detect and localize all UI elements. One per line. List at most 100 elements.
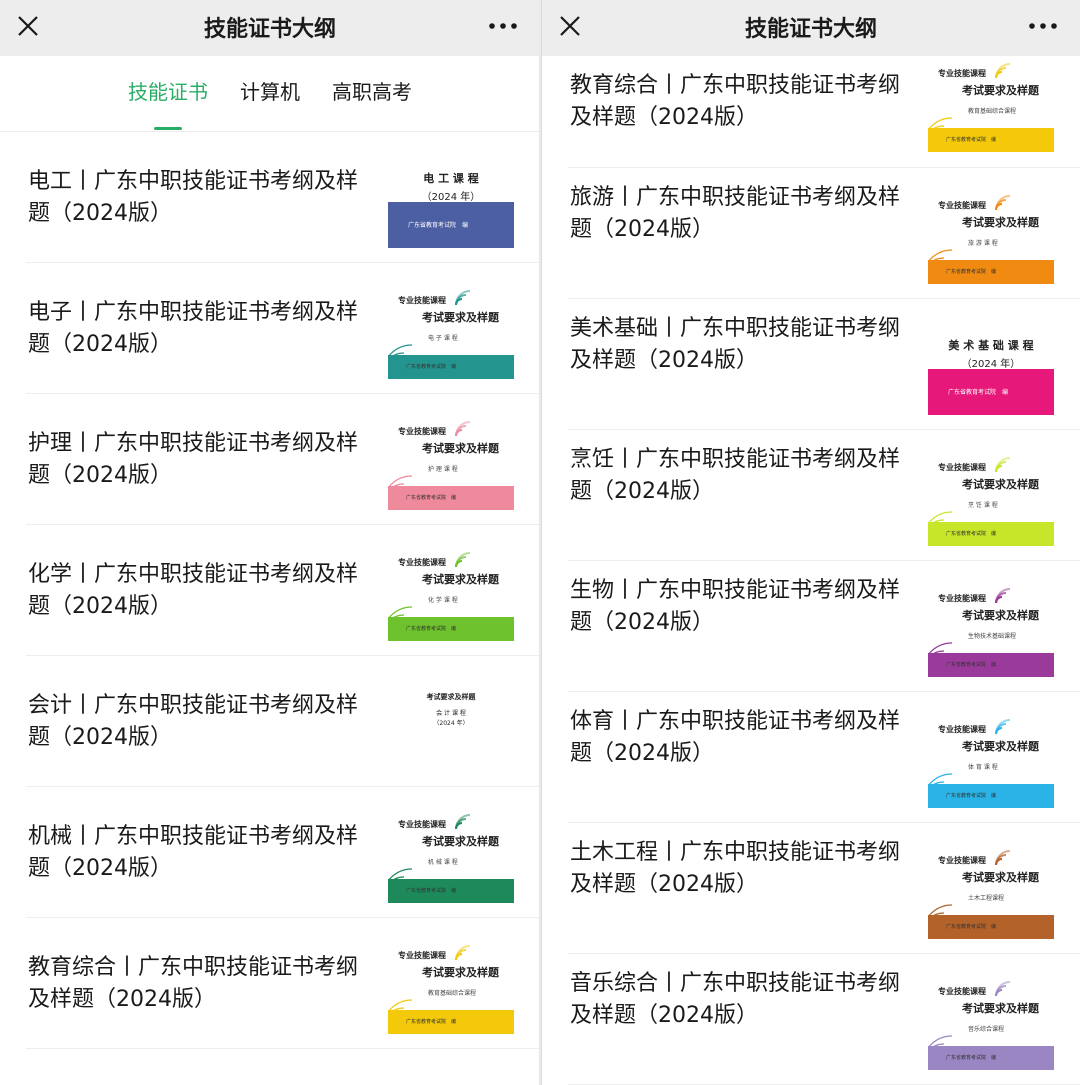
cover-publisher: 广东省教育考试院 编	[406, 495, 457, 501]
article-title[interactable]: 护理丨广东中职技能证书考纲及样题（2024版）	[28, 428, 378, 492]
cover-color-band: 广东省教育考试院 编	[388, 1010, 514, 1034]
cover-thumbnail[interactable]: 专业技能课程 考试要求及样题 土木工程课程 广东省教育考试院 编	[928, 849, 1054, 939]
article-list: 电工丨广东中职技能证书考纲及样题（2024版） 电 工 课 程 （2024 年） 广东…	[0, 132, 540, 1049]
cover-subject: 生物技术基础课程	[968, 633, 1017, 640]
cover-publisher: 广东省教育考试院 编	[946, 531, 997, 537]
tab-2[interactable]: 高职高考	[332, 72, 412, 116]
article-title[interactable]: 机械丨广东中职技能证书考纲及样题（2024版）	[28, 821, 378, 885]
cover-subject: 教育基础综合课程	[428, 990, 477, 997]
cover-thumbnail[interactable]: 专业技能课程 考试要求及样题旅 游 课 程广东省教育考试院 编	[928, 194, 1054, 284]
cover-signal-icon	[995, 850, 1011, 866]
cover-color-band: 广东省教育考试院 编	[928, 369, 1054, 415]
article-title[interactable]: 教育综合丨广东中职技能证书考纲及样题（2024版）	[570, 70, 920, 134]
tab-1[interactable]: 计算机	[240, 72, 300, 116]
article-title[interactable]: 土木工程丨广东中职技能证书考纲及样题（2024版）	[570, 837, 920, 901]
cover-header-label: 专业技能课程	[398, 820, 446, 829]
cover-main-title: 考试要求及样题	[962, 84, 1039, 97]
cover-publisher: 广东省教育考试院 编	[406, 1019, 457, 1025]
cover-subject: 烹 饪 课 程	[968, 502, 998, 509]
cover-signal-icon	[995, 63, 1011, 79]
cover-color-band: 广东省教育考试院 编	[928, 522, 1054, 546]
cover-thumbnail[interactable]: 专业技能课程 考试要求及样题电 子 课 程广东省教育考试院 编	[388, 289, 514, 379]
more-options-icon[interactable]	[488, 18, 518, 34]
cover-subject: 体 育 课 程	[968, 764, 998, 771]
cover-thumbnail[interactable]: 专业技能课程 考试要求及样题 音乐综合课程 广东省教育考试院 编	[928, 980, 1054, 1070]
cover-color-band: 广东省教育考试院 编	[388, 202, 514, 248]
cover-color-band: 广东省教育考试院 编	[928, 260, 1054, 284]
more-options-icon[interactable]	[1028, 18, 1058, 34]
article-title[interactable]: 电子丨广东中职技能证书考纲及样题（2024版）	[28, 297, 378, 361]
cover-year: （2024 年）	[433, 720, 469, 727]
list-item[interactable]: 机械丨广东中职技能证书考纲及样题（2024版） 专业技能课程 考试要求及样题机 械 …	[26, 787, 540, 918]
list-item[interactable]: 教育综合丨广东中职技能证书考纲及样题（2024版） 专业技能课程 考试要求及样题 教育…	[26, 918, 540, 1049]
cover-subject: 化 学 课 程	[428, 597, 458, 604]
list-item[interactable]: 旅游丨广东中职技能证书考纲及样题（2024版） 专业技能课程 考试要求及样题旅 游 …	[568, 168, 1080, 299]
cover-subject: 音乐综合课程	[968, 1026, 1005, 1033]
cover-signal-icon	[995, 195, 1011, 211]
list-item[interactable]: 电工丨广东中职技能证书考纲及样题（2024版） 电 工 课 程 （2024 年） 广东…	[26, 132, 540, 263]
article-title[interactable]: 美术基础丨广东中职技能证书考纲及样题（2024版）	[570, 313, 920, 377]
cover-thumbnail[interactable]: 考试要求及样题会 计 课 程 （2024 年）	[388, 682, 514, 772]
cover-signal-icon	[995, 719, 1011, 735]
cover-signal-icon	[995, 981, 1011, 997]
article-title[interactable]: 会计丨广东中职技能证书考纲及样题（2024版）	[28, 690, 378, 754]
cover-publisher: 广东省教育考试院 编	[946, 924, 997, 930]
cover-header-label: 专业技能课程	[398, 558, 446, 567]
cover-publisher: 广东省教育考试院 编	[946, 137, 997, 143]
cover-signal-icon	[455, 290, 471, 306]
cover-thumbnail[interactable]: 专业技能课程 考试要求及样题机 械 课 程广东省教育考试院 编	[388, 813, 514, 903]
cover-title: 考试要求及样题	[426, 693, 476, 701]
cover-main-title: 考试要求及样题	[962, 216, 1039, 229]
list-item[interactable]: 体育丨广东中职技能证书考纲及样题（2024版） 专业技能课程考试要求及样题体 育 …	[568, 692, 1080, 823]
cover-year: （2024 年）	[421, 192, 481, 203]
list-item[interactable]: 音乐综合丨广东中职技能证书考纲及样题（2024版） 专业技能课程 考试要求及样题 音乐…	[568, 954, 1080, 1085]
cover-publisher: 广东省教育考试院 编	[946, 1055, 997, 1061]
cover-subject: 土木工程课程	[968, 895, 1005, 902]
cover-thumbnail[interactable]: 美 术 基 础 课 程 （2024 年） 广东省教育考试院 编	[928, 325, 1054, 415]
article-title[interactable]: 化学丨广东中职技能证书考纲及样题（2024版）	[28, 559, 378, 623]
article-title[interactable]: 教育综合丨广东中职技能证书考纲及样题（2024版）	[28, 952, 378, 1016]
cover-header-label: 专业技能课程	[398, 427, 446, 436]
cover-thumbnail[interactable]: 专业技能课程 考试要求及样题 生物技术基础课程 广东省教育考试院 编	[928, 587, 1054, 677]
article-title[interactable]: 音乐综合丨广东中职技能证书考纲及样题（2024版）	[570, 968, 920, 1032]
article-title[interactable]: 体育丨广东中职技能证书考纲及样题（2024版）	[570, 706, 920, 770]
article-list: 教育综合丨广东中职技能证书考纲及样题（2024版） 专业技能课程 考试要求及样题 教育…	[542, 56, 1080, 1085]
article-title[interactable]: 烹饪丨广东中职技能证书考纲及样题（2024版）	[570, 444, 920, 508]
list-item[interactable]: 生物丨广东中职技能证书考纲及样题（2024版） 专业技能课程 考试要求及样题 生物技术…	[568, 561, 1080, 692]
cover-header-label: 专业技能课程	[938, 725, 986, 734]
cover-main-title: 考试要求及样题	[962, 740, 1039, 753]
cover-thumbnail[interactable]: 专业技能课程 考试要求及样题体 育 课 程广东省教育考试院 编	[928, 718, 1054, 808]
list-item[interactable]: 会计丨广东中职技能证书考纲及样题（2024版） 考试要求及样题会 计 课 程 （20…	[26, 656, 540, 787]
list-item[interactable]: 护理丨广东中职技能证书考纲及样题（2024版） 专业技能课程 考试要求及样题护 理 …	[26, 394, 540, 525]
list-item[interactable]: 烹饪丨广东中职技能证书考纲及样题（2024版） 专业技能课程 考试要求及样题烹 饪 …	[568, 430, 1080, 561]
cover-thumbnail[interactable]: 专业技能课程 考试要求及样题护 理 课 程广东省教育考试院 编	[388, 420, 514, 510]
cover-subject: 护 理 课 程	[428, 466, 458, 473]
cover-header-label: 专业技能课程	[938, 69, 986, 78]
list-item[interactable]: 教育综合丨广东中职技能证书考纲及样题（2024版） 专业技能课程 考试要求及样题 教育…	[568, 56, 1080, 168]
cover-subject: 机 械 课 程	[428, 859, 458, 866]
tab-0[interactable]: 技能证书	[128, 72, 208, 130]
article-title[interactable]: 生物丨广东中职技能证书考纲及样题（2024版）	[570, 575, 920, 639]
cover-main-title: 考试要求及样题	[962, 478, 1039, 491]
list-item[interactable]: 土木工程丨广东中职技能证书考纲及样题（2024版） 专业技能课程 考试要求及样题 土木…	[568, 823, 1080, 954]
cover-color-band: 广东省教育考试院 编	[928, 915, 1054, 939]
article-title[interactable]: 旅游丨广东中职技能证书考纲及样题（2024版）	[570, 182, 920, 246]
cover-subject: 电 子 课 程	[428, 335, 458, 342]
cover-signal-icon	[455, 552, 471, 568]
cover-thumbnail[interactable]: 电 工 课 程 （2024 年） 广东省教育考试院 编	[388, 158, 514, 248]
cover-publisher: 广东省教育考试院 编	[406, 364, 457, 370]
left-screen: 技能证书大纲 技能证书 计算机 高职高考 电工丨广东中职技能证书考纲及样题（2024…	[0, 0, 540, 1085]
cover-publisher: 广东省教育考试院 编	[406, 626, 457, 632]
article-title[interactable]: 电工丨广东中职技能证书考纲及样题（2024版）	[28, 166, 378, 230]
list-item[interactable]: 美术基础丨广东中职技能证书考纲及样题（2024版） 美 术 基 础 课 程 （202…	[568, 299, 1080, 430]
category-tabs: 技能证书 计算机 高职高考	[0, 56, 540, 132]
cover-thumbnail[interactable]: 专业技能课程 考试要求及样题烹 饪 课 程广东省教育考试院 编	[928, 456, 1054, 546]
cover-subject: 会 计 课 程	[436, 710, 466, 717]
cover-thumbnail[interactable]: 专业技能课程 考试要求及样题化 学 课 程广东省教育考试院 编	[388, 551, 514, 641]
cover-thumbnail[interactable]: 专业技能课程 考试要求及样题 教育基础综合课程 广东省教育考试院 编	[388, 944, 514, 1034]
cover-color-band: 广东省教育考试院 编	[388, 486, 514, 510]
cover-main-title: 考试要求及样题	[962, 1002, 1039, 1015]
cover-thumbnail[interactable]: 专业技能课程 考试要求及样题 教育基础综合课程 广东省教育考试院 编	[928, 62, 1054, 152]
list-item[interactable]: 化学丨广东中职技能证书考纲及样题（2024版） 专业技能课程 考试要求及样题化 学 …	[26, 525, 540, 656]
list-item[interactable]: 电子丨广东中职技能证书考纲及样题（2024版） 专业技能课程 考试要求及样题电 子 …	[26, 263, 540, 394]
